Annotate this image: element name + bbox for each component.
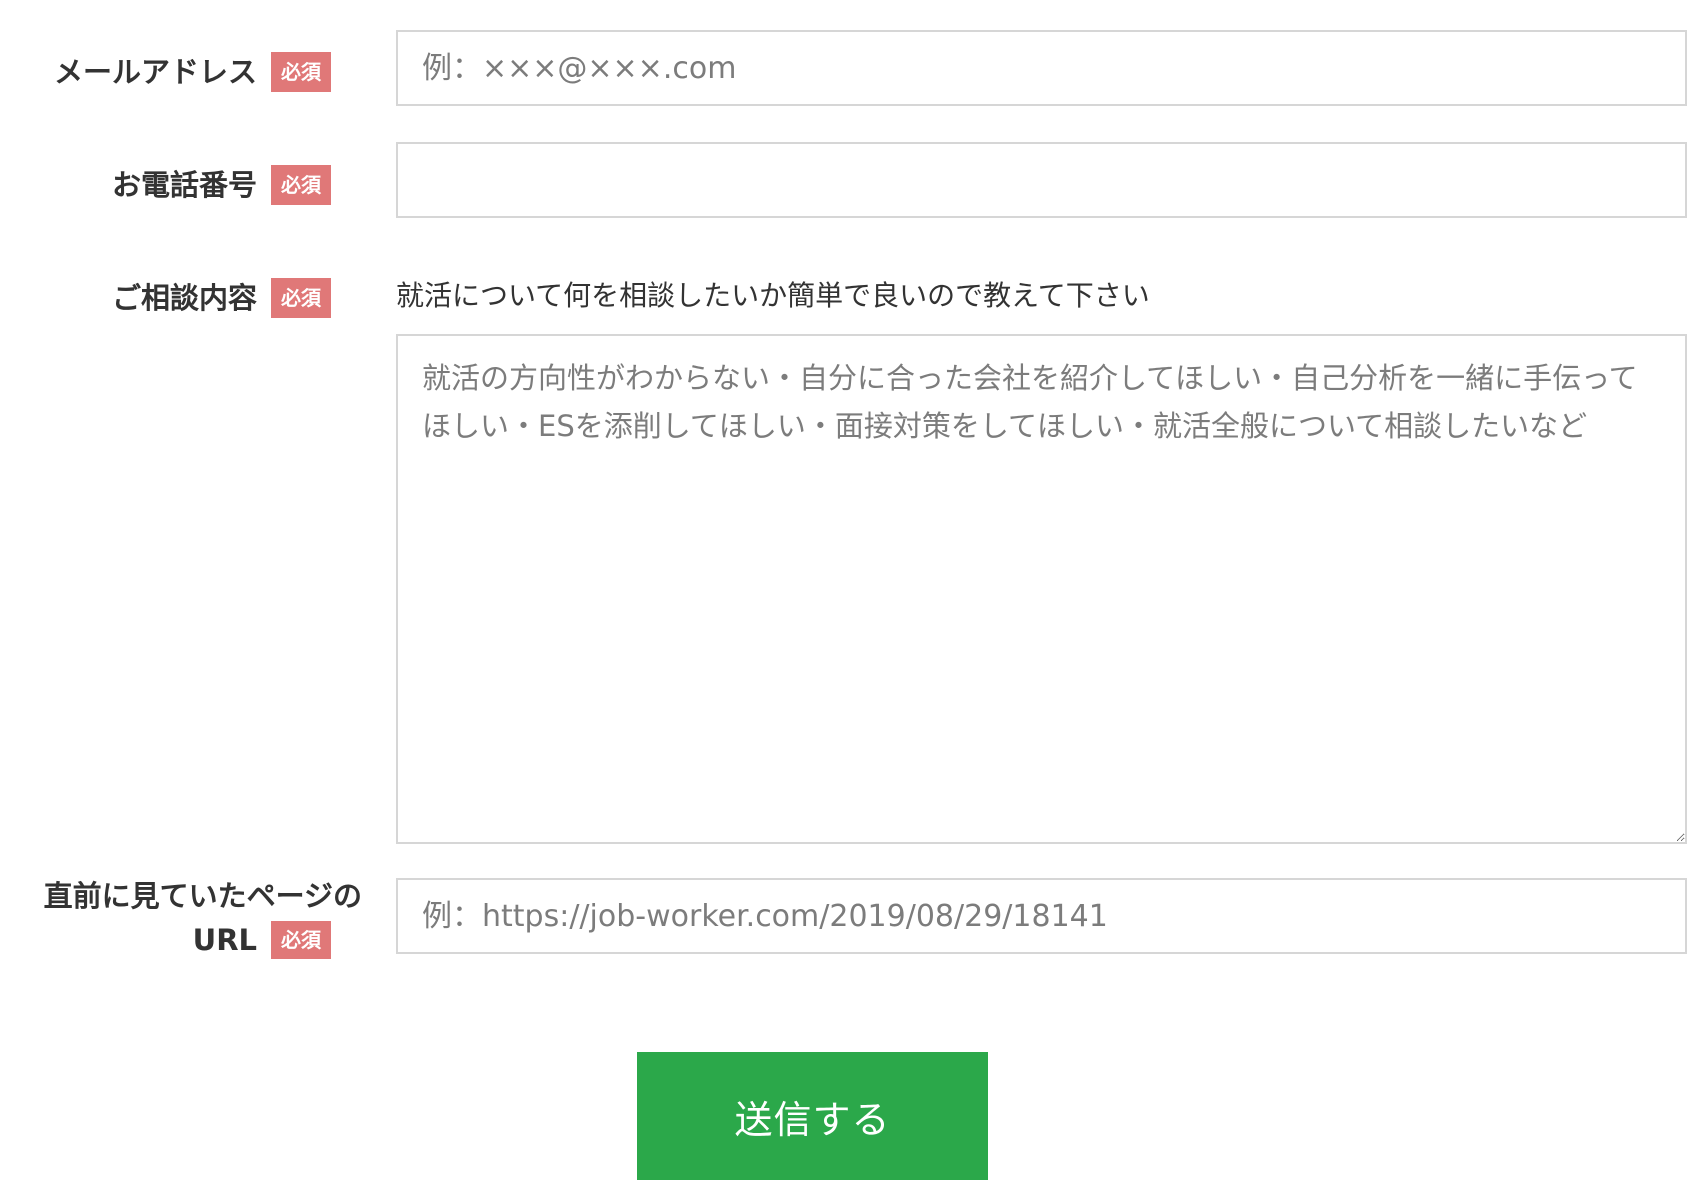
consultation-label-row: ご相談内容 必須 <box>0 276 362 318</box>
phone-label: お電話番号 <box>111 168 257 202</box>
phone-required-badge: 必須 <box>271 165 331 205</box>
email-input[interactable] <box>396 30 1687 106</box>
contact-form: メールアドレス必須 お電話番号必須 ご相談内容必須 就活について何を相談したいか… <box>0 0 1706 1190</box>
consultation-hint: 就活について何を相談したいか簡単で良いので教えて下さい <box>396 279 1150 312</box>
previous-page-label-row: 直前に見ていたページの URL 必須 <box>0 875 362 961</box>
previous-page-label-line2: URL <box>192 923 257 957</box>
consultation-label: ご相談内容 <box>111 281 257 315</box>
email-label: メールアドレス <box>53 55 257 89</box>
phone-input[interactable] <box>396 142 1687 218</box>
email-required-badge: 必須 <box>271 52 331 92</box>
consultation-textarea[interactable] <box>396 334 1687 844</box>
email-label-row: メールアドレス 必須 <box>0 50 362 92</box>
previous-page-label-line1: 直前に見ていたページの <box>43 879 362 913</box>
submit-button[interactable]: 送信する <box>637 1052 988 1180</box>
previous-page-required-badge: 必須 <box>271 921 331 959</box>
phone-label-row: お電話番号 必須 <box>0 163 362 205</box>
previous-page-url-input[interactable] <box>396 878 1687 954</box>
consultation-required-badge: 必須 <box>271 278 331 318</box>
